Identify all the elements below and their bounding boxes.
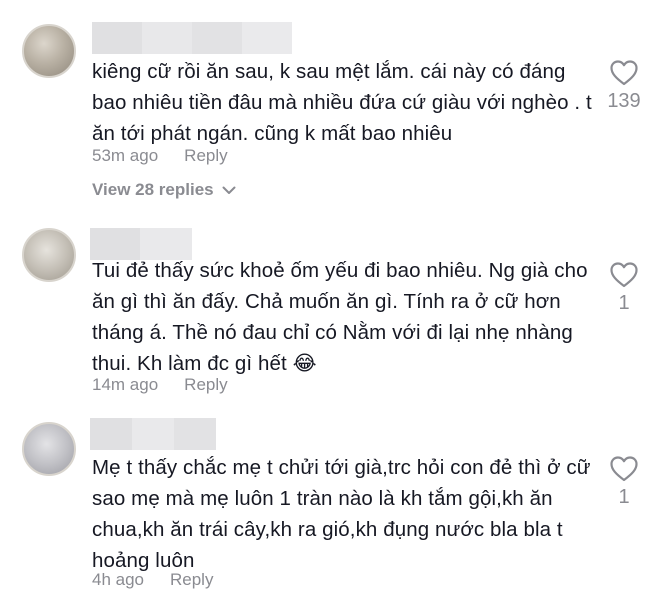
comment-meta: 53m ago Reply [92,146,228,166]
username-redacted[interactable] [92,22,292,54]
comment-time: 14m ago [92,375,159,394]
comment-text: Mẹ t thấy chắc mẹ t chửi tới già,trc hỏi… [92,456,591,572]
comment-time: 53m ago [92,146,159,165]
view-replies-label: View 28 replies [92,180,214,199]
view-replies-button[interactable]: View 28 replies [92,180,236,200]
heart-icon [610,60,638,86]
reply-button[interactable]: Reply [184,146,227,166]
comment-meta: 14m ago Reply [92,375,228,395]
chevron-down-icon [222,186,236,194]
comment-text: kiêng cữ rồi ăn sau, k sau mệt lắm. cái … [92,60,592,145]
avatar[interactable] [22,422,76,476]
avatar[interactable] [22,228,76,282]
like-count: 139 [607,90,641,112]
like-button[interactable]: 139 [596,60,652,113]
heart-icon [610,262,638,288]
comment-meta: 4h ago Reply [92,570,213,590]
username-redacted[interactable] [90,418,216,450]
reply-button[interactable]: Reply [170,570,213,590]
comment-time: 4h ago [92,570,144,589]
avatar[interactable] [22,24,76,78]
heart-icon [610,456,638,482]
like-count: 1 [618,292,630,314]
like-count: 1 [618,486,630,508]
like-button[interactable]: 1 [596,262,652,315]
like-button[interactable]: 1 [596,456,652,509]
comment-text: Tui đẻ thấy sức khoẻ ốm yếu đi bao nhiêu… [92,259,588,375]
reply-button[interactable]: Reply [184,375,227,395]
